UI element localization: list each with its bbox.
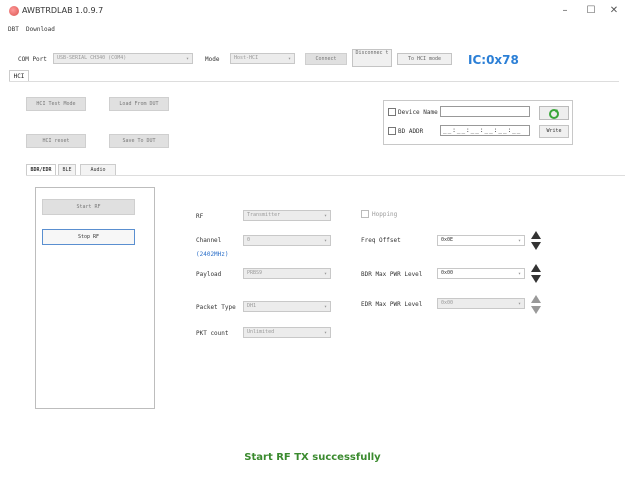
device-name-label: Device Name xyxy=(398,109,438,116)
hci-reset-button[interactable]: HCI reset xyxy=(26,134,86,148)
mode-label: Mode xyxy=(205,56,220,63)
bdr-max-pwr-stepper[interactable] xyxy=(531,263,541,285)
channel-value: 0 xyxy=(247,237,251,243)
channel-frequency-hint: (2402MHz) xyxy=(196,251,229,258)
save-to-dut-button[interactable]: Save To DUT xyxy=(109,134,169,148)
mode-select[interactable]: Host-HCI ▾ xyxy=(230,53,295,64)
edr-max-pwr-stepper[interactable] xyxy=(531,294,541,316)
edr-max-pwr-value: 0x00 xyxy=(441,300,454,306)
pkt-count-select[interactable]: Unlimited ▾ xyxy=(243,327,331,338)
packet-type-select[interactable]: DH1 ▾ xyxy=(243,301,331,312)
chevron-down-icon: ▾ xyxy=(517,271,521,277)
packet-type-value: DH1 xyxy=(247,303,257,309)
com-port-value: USB-SERIAL CH340 (COM4) xyxy=(57,55,127,61)
chevron-down-icon: ▾ xyxy=(517,238,521,244)
mode-value: Host-HCI xyxy=(234,55,259,61)
refresh-icon xyxy=(549,109,559,119)
channel-select[interactable]: 0 ▾ xyxy=(243,235,331,246)
chevron-down-icon: ▾ xyxy=(323,213,327,219)
bdr-max-pwr-label: BDR Max PWR Level xyxy=(361,271,423,278)
chevron-down-icon: ▾ xyxy=(323,304,327,310)
freq-offset-stepper[interactable] xyxy=(531,230,541,252)
arrow-down-icon[interactable] xyxy=(531,306,541,314)
payload-label: Payload xyxy=(196,271,222,278)
rf-select[interactable]: Transmitter ▾ xyxy=(243,210,331,221)
disconnect-button[interactable]: Disconnec t xyxy=(352,49,392,67)
freq-offset-label: Freq Offset xyxy=(361,237,401,244)
rf-label: RF xyxy=(196,213,204,220)
com-port-select[interactable]: USB-SERIAL CH340 (COM4) ▾ xyxy=(53,53,193,64)
arrow-up-icon[interactable] xyxy=(531,264,541,272)
channel-label: Channel xyxy=(196,237,222,244)
payload-value: PRBS9 xyxy=(247,270,263,276)
stop-rf-button[interactable]: Stop RF xyxy=(42,229,135,245)
arrow-up-icon[interactable] xyxy=(531,295,541,303)
device-name-input[interactable] xyxy=(440,106,530,117)
window-title: AWBTRDLAB 1.0.9.7 xyxy=(22,6,104,15)
bdr-max-pwr-select[interactable]: 0x00 ▾ xyxy=(437,268,525,279)
status-message: Start RF TX successfully xyxy=(244,452,381,463)
arrow-down-icon[interactable] xyxy=(531,275,541,283)
chevron-down-icon: ▾ xyxy=(323,330,327,336)
hopping-checkbox[interactable] xyxy=(361,210,369,218)
menu-bar xyxy=(0,24,625,36)
hci-test-mode-button[interactable]: HCI Test Mode xyxy=(26,97,86,111)
maximize-button[interactable]: ☐ xyxy=(580,4,602,18)
app-logo-icon xyxy=(9,6,19,16)
bdr-max-pwr-value: 0x00 xyxy=(441,270,454,276)
hopping-label: Hopping xyxy=(372,211,398,218)
chevron-down-icon: ▾ xyxy=(323,271,327,277)
edr-max-pwr-label: EDR Max PWR Level xyxy=(361,301,423,308)
menu-item-download[interactable]: Download xyxy=(26,26,55,33)
arrow-down-icon[interactable] xyxy=(531,242,541,250)
bd-addr-checkbox[interactable] xyxy=(388,127,396,135)
edr-max-pwr-select[interactable]: 0x00 ▾ xyxy=(437,298,525,309)
refresh-button[interactable] xyxy=(539,106,569,120)
rf-control-group xyxy=(35,187,155,409)
bd-addr-label: BD ADDR xyxy=(398,128,424,135)
close-button[interactable]: ✕ xyxy=(603,4,625,18)
rf-value: Transmitter xyxy=(247,212,281,218)
load-from-dut-button[interactable]: Load From DUT xyxy=(109,97,169,111)
to-hci-mode-button[interactable]: To HCI mode xyxy=(397,53,452,65)
payload-select[interactable]: PRBS9 ▾ xyxy=(243,268,331,279)
start-rf-button[interactable]: Start RF xyxy=(42,199,135,215)
bd-addr-input[interactable]: __:__:__:__:__:__ xyxy=(440,125,530,136)
arrow-up-icon[interactable] xyxy=(531,231,541,239)
freq-offset-value: 0x0E xyxy=(441,237,454,243)
freq-offset-select[interactable]: 0x0E ▾ xyxy=(437,235,525,246)
connect-button[interactable]: Connect xyxy=(305,53,347,65)
com-port-label: COM Port xyxy=(18,56,47,63)
menu-item-dbt[interactable]: DBT xyxy=(8,26,19,33)
pkt-count-value: Unlimited xyxy=(247,329,275,335)
ic-address-label: IC:0x78 xyxy=(468,53,519,67)
chevron-down-icon: ▾ xyxy=(517,301,521,307)
minimize-button[interactable]: – xyxy=(554,4,576,18)
packet-type-label: Packet Type xyxy=(196,304,236,311)
pkt-count-label: PKT count xyxy=(196,330,229,337)
chevron-down-icon: ▾ xyxy=(323,238,327,244)
write-button[interactable]: Write xyxy=(539,125,569,138)
device-name-checkbox[interactable] xyxy=(388,108,396,116)
chevron-down-icon: ▾ xyxy=(185,56,189,62)
chevron-down-icon: ▾ xyxy=(287,56,291,62)
